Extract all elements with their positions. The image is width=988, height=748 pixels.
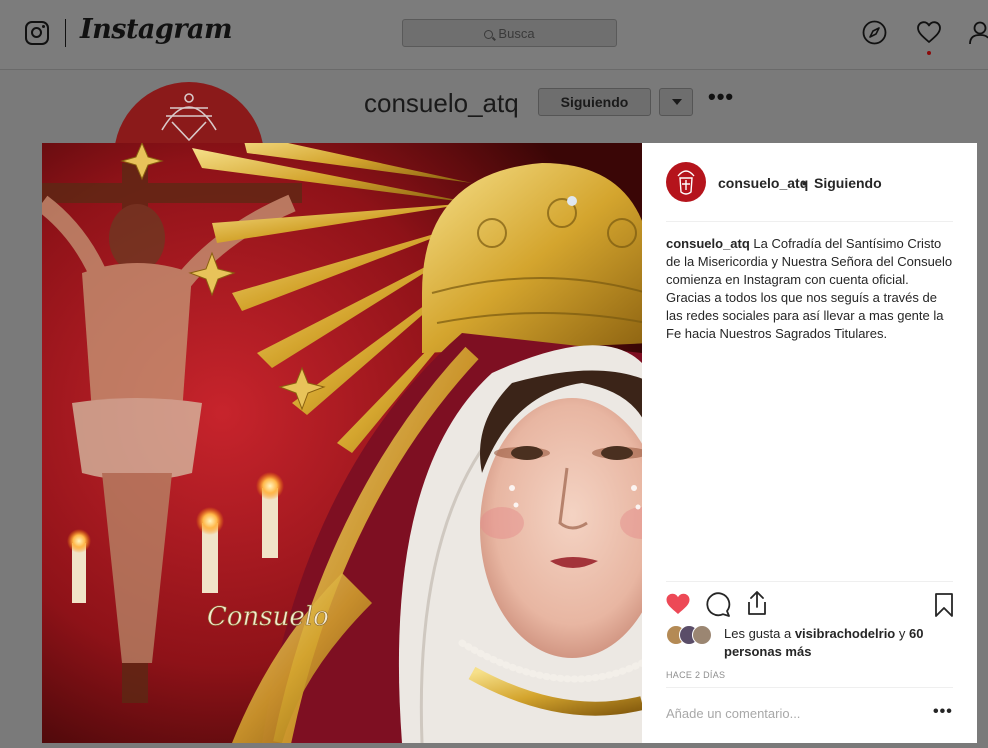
cofradia-crest-icon bbox=[677, 170, 695, 195]
profile-username: consuelo_atq bbox=[364, 88, 519, 118]
explore-compass-icon[interactable] bbox=[862, 20, 887, 45]
header-divider bbox=[666, 221, 953, 222]
search-placeholder: Busca bbox=[498, 26, 535, 41]
like-heart-icon[interactable] bbox=[665, 592, 691, 616]
post-actions-bar bbox=[642, 589, 977, 619]
post-caption: consuelo_atq La Cofradía del Santísimo C… bbox=[666, 235, 956, 343]
post-side-panel: consuelo_atq • Siguiendo consuelo_atq La… bbox=[642, 143, 977, 743]
share-icon[interactable] bbox=[745, 590, 769, 616]
following-button[interactable]: Siguiendo bbox=[538, 88, 651, 116]
search-icon bbox=[484, 30, 494, 39]
top-navigation-bar: Instagram Busca bbox=[0, 0, 988, 70]
liker-username-link[interactable]: visibrachodelrio bbox=[795, 626, 895, 641]
likes-text: Les gusta a visibrachodelrio y 60 person… bbox=[724, 626, 924, 659]
suggestions-dropdown-button[interactable] bbox=[659, 88, 693, 116]
likes-summary: Les gusta a visibrachodelrio y 60 person… bbox=[666, 625, 956, 661]
post-timestamp[interactable]: HACE 2 DÍAS bbox=[666, 670, 725, 680]
post-photo[interactable]: Consuelo bbox=[42, 143, 642, 743]
comment-options-icon[interactable]: ••• bbox=[933, 703, 953, 721]
profile-options-icon[interactable]: ••• bbox=[708, 84, 734, 110]
caption-text-line2: Gracias a todos los que nos seguís a tra… bbox=[666, 290, 944, 341]
post-header: consuelo_atq • Siguiendo bbox=[642, 143, 977, 221]
instagram-wordmark[interactable]: Instagram bbox=[80, 14, 233, 45]
nav-divider bbox=[65, 19, 66, 47]
liker-avatar[interactable] bbox=[692, 625, 712, 645]
save-bookmark-icon[interactable] bbox=[934, 592, 954, 618]
instagram-glyph-icon[interactable] bbox=[25, 21, 49, 45]
header-separator: • bbox=[802, 175, 807, 191]
add-comment-field[interactable] bbox=[666, 706, 906, 721]
photo-consuelo-text: Consuelo bbox=[207, 602, 329, 632]
caption-username[interactable]: consuelo_atq bbox=[666, 236, 750, 251]
post-author-avatar[interactable] bbox=[666, 162, 706, 202]
post-photo-illustration: Consuelo bbox=[42, 143, 642, 743]
following-link[interactable]: Siguiendo bbox=[814, 175, 882, 191]
profile-icon[interactable] bbox=[968, 20, 988, 46]
notification-dot bbox=[927, 51, 931, 55]
search-input[interactable]: Busca bbox=[402, 19, 617, 47]
comment-bubble-icon[interactable] bbox=[705, 592, 731, 618]
actions-divider bbox=[666, 581, 953, 582]
comment-divider bbox=[666, 687, 953, 688]
activity-heart-icon[interactable] bbox=[916, 20, 942, 44]
post-author-username[interactable]: consuelo_atq bbox=[718, 175, 808, 191]
